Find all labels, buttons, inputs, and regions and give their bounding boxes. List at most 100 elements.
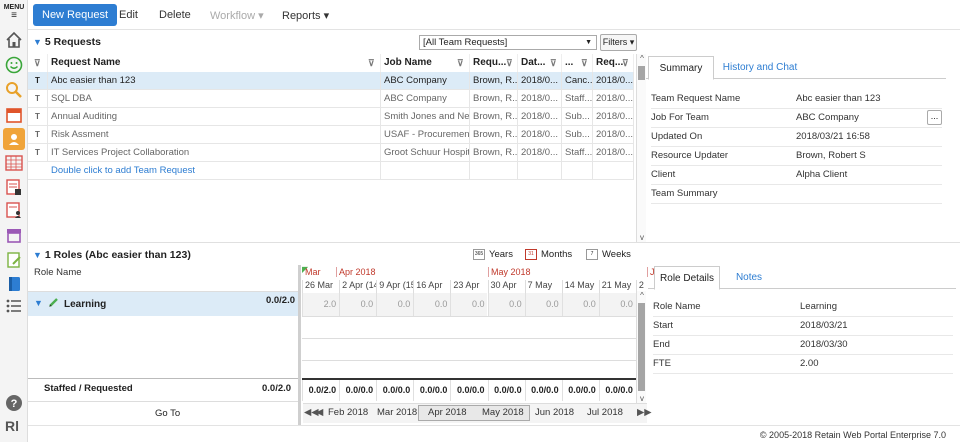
timeline-fte-cell[interactable]: 2.0 bbox=[302, 293, 340, 316]
timeline-fte-cell[interactable]: 0.0 bbox=[413, 293, 451, 316]
filter-icon[interactable]: ⊽ bbox=[368, 54, 375, 72]
workflow-menu[interactable]: Workflow ▾ bbox=[210, 9, 264, 22]
filter-icon[interactable]: ⊽ bbox=[550, 54, 557, 72]
role-row[interactable]: ▼ Learning 0.0/2.0 bbox=[28, 292, 298, 316]
years-view-button[interactable]: 365 Years bbox=[473, 249, 513, 260]
split-handle[interactable] bbox=[298, 265, 301, 425]
timeline-fte-cell[interactable]: 0.0 bbox=[598, 293, 636, 316]
field-label: Role Name bbox=[653, 301, 701, 312]
field-label: End bbox=[653, 339, 670, 350]
calendar-icon[interactable] bbox=[4, 105, 24, 125]
table-cell bbox=[518, 162, 562, 180]
step-back-icon[interactable]: ◀ bbox=[316, 407, 323, 418]
edit-button[interactable]: Edit bbox=[119, 9, 138, 21]
store-icon[interactable] bbox=[4, 225, 24, 245]
add-request-row[interactable]: Double click to add Team Request bbox=[28, 162, 634, 180]
grid-icon[interactable] bbox=[4, 153, 24, 173]
help-icon[interactable]: ? bbox=[4, 393, 24, 413]
filter-icon[interactable]: ⊽ bbox=[457, 54, 464, 72]
list-icon[interactable] bbox=[4, 296, 24, 316]
user-report-icon[interactable] bbox=[4, 200, 24, 220]
col-header-req[interactable]: Req... ⊽ bbox=[593, 54, 634, 72]
timeline-total-cell: 0.0/0.0 bbox=[524, 379, 562, 401]
table-cell: ABC Company bbox=[381, 72, 470, 90]
divider bbox=[302, 338, 636, 339]
reports-menu[interactable]: Reports ▾ bbox=[282, 9, 329, 22]
table-cell: Staff... bbox=[562, 144, 593, 162]
field-value: Alpha Client bbox=[796, 169, 848, 180]
weeks-view-button[interactable]: 7 Weeks bbox=[586, 249, 631, 260]
timeline-nav-month[interactable]: Apr 2018 bbox=[428, 407, 467, 418]
filter-icon[interactable]: ⊽ bbox=[34, 54, 41, 72]
field-label: Start bbox=[653, 320, 674, 331]
search-icon[interactable] bbox=[4, 80, 24, 100]
timeline-nav-month[interactable]: Jul 2018 bbox=[587, 407, 623, 418]
filters-button[interactable]: Filters ▾ bbox=[600, 34, 637, 51]
timeline-fte-cell[interactable]: 0.0 bbox=[450, 293, 488, 316]
tab-notes[interactable]: Notes bbox=[726, 266, 772, 290]
tab-history-chat[interactable]: History and Chat bbox=[718, 56, 802, 80]
timeline-nav-month[interactable]: Feb 2018 bbox=[328, 407, 368, 418]
row-type-icon: T bbox=[28, 108, 48, 126]
col-header-job-name[interactable]: Job Name ⊽ bbox=[381, 54, 470, 72]
scroll-thumb[interactable] bbox=[638, 303, 645, 391]
timeline-week-label: 9 Apr (15 bbox=[376, 280, 413, 293]
timeline-fte-cell[interactable]: 0.0 bbox=[339, 293, 377, 316]
edit-doc-icon[interactable] bbox=[4, 250, 24, 270]
timeline-fte-cell[interactable]: 0.0 bbox=[561, 293, 599, 316]
scroll-thumb[interactable] bbox=[638, 66, 645, 80]
teams-icon[interactable] bbox=[3, 128, 25, 150]
field-value: 2.00 bbox=[800, 358, 819, 369]
roles-header[interactable]: ▼ 1 Roles (Abc easier than 123) bbox=[33, 249, 191, 261]
filter-icon[interactable]: ⊽ bbox=[622, 54, 629, 72]
delete-button[interactable]: Delete bbox=[159, 9, 191, 21]
divider bbox=[302, 316, 636, 317]
scroll-down-icon[interactable]: v bbox=[637, 394, 647, 403]
table-row[interactable]: T SQL DBA ABC Company Brown, R... 2018/0... S… bbox=[28, 90, 634, 108]
col-header-requester[interactable]: Requ... ⊽ bbox=[470, 54, 518, 72]
notebook-icon[interactable] bbox=[4, 274, 24, 294]
calendar-year-icon: 365 bbox=[473, 249, 485, 260]
timeline-nav-month[interactable]: May 2018 bbox=[482, 407, 524, 418]
table-row[interactable]: T Abc easier than 123 ABC Company Brown, R.… bbox=[28, 72, 634, 90]
timeline-nav-month[interactable]: Jun 2018 bbox=[535, 407, 574, 418]
timeline-total-cell: 0.0/0.0 bbox=[339, 379, 376, 401]
job-picker-button[interactable]: ... bbox=[927, 110, 942, 125]
filter-icon[interactable]: ⊽ bbox=[506, 54, 513, 72]
tab-role-details[interactable]: Role Details bbox=[654, 266, 720, 290]
table-cell: ABC Company bbox=[381, 90, 470, 108]
brand-logo: Rl bbox=[5, 418, 19, 434]
filter-icon[interactable]: ⊽ bbox=[581, 54, 588, 72]
scroll-up-icon[interactable]: ^ bbox=[637, 291, 647, 300]
tab-summary[interactable]: Summary bbox=[648, 56, 714, 80]
request-view-select[interactable]: [All Team Requests] ▼ bbox=[419, 35, 597, 50]
smiley-icon[interactable] bbox=[4, 55, 24, 75]
go-to-label[interactable]: Go To bbox=[155, 408, 180, 419]
months-view-button[interactable]: 31 Months bbox=[525, 249, 572, 260]
chevron-down-icon[interactable]: ▼ bbox=[34, 298, 43, 308]
col-header-status[interactable]: ... ⊽ bbox=[562, 54, 593, 72]
report-icon[interactable] bbox=[4, 177, 24, 197]
col-header-date[interactable]: Dat... ⊽ bbox=[518, 54, 562, 72]
table-row[interactable]: TAnnual AuditingSmith Jones and Nel...Br… bbox=[28, 108, 634, 126]
table-row[interactable]: T Risk Assment USAF - Procurement Brown, R.… bbox=[28, 126, 634, 144]
calendar-week-icon: 7 bbox=[586, 249, 598, 260]
timeline-fte-cell[interactable]: 0.0 bbox=[376, 293, 414, 316]
new-request-button[interactable]: New Request bbox=[33, 4, 118, 26]
home-icon[interactable] bbox=[4, 30, 24, 50]
chevron-down-icon: ▼ bbox=[33, 37, 42, 47]
timeline-fte-cell[interactable]: 0.0 bbox=[487, 293, 525, 316]
requests-header[interactable]: ▼ 5 Requests bbox=[33, 36, 101, 48]
timeline-scrollbar[interactable]: ^ v bbox=[636, 291, 646, 403]
col-header-request-name[interactable]: Request Name ⊽ bbox=[48, 54, 381, 72]
scroll-down-icon[interactable]: v bbox=[637, 233, 647, 242]
copyright: © 2005-2018 Retain Web Portal Enterprise… bbox=[759, 430, 946, 440]
fast-forward-icon[interactable]: ▶▶ bbox=[637, 407, 652, 418]
pencil-icon[interactable] bbox=[48, 296, 60, 311]
timeline-nav-month[interactable]: Mar 2018 bbox=[377, 407, 417, 418]
timeline-fte-cell[interactable]: 0.0 bbox=[524, 293, 562, 316]
table-row[interactable]: T IT Services Project Collaboration Groot … bbox=[28, 144, 634, 162]
requests-scrollbar[interactable]: ^ v bbox=[636, 54, 646, 242]
menu-button[interactable]: MENU ≡ bbox=[2, 4, 26, 21]
add-request-link[interactable]: Double click to add Team Request bbox=[48, 162, 381, 180]
